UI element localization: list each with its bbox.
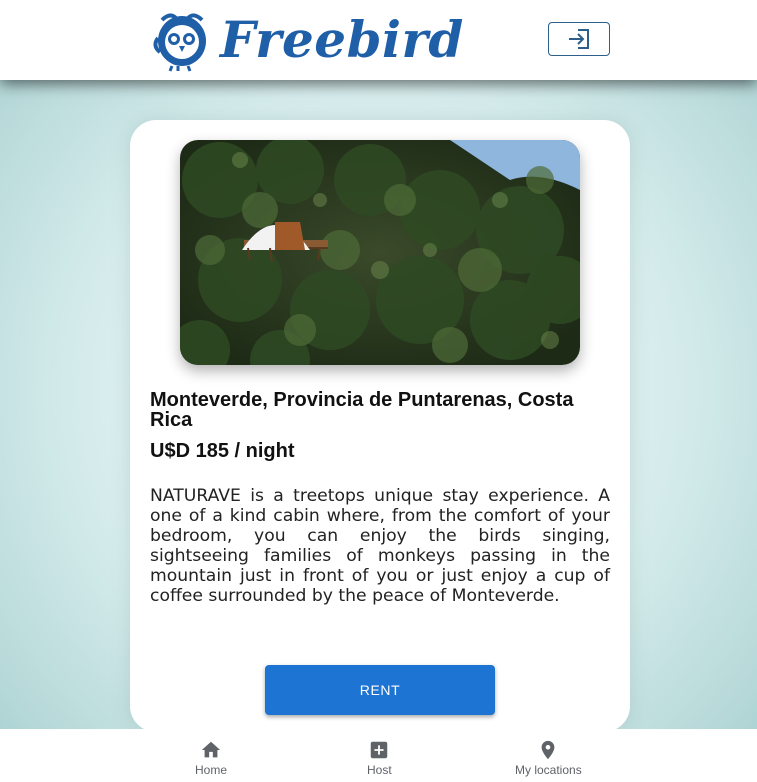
listing-card: Monteverde, Provincia de Puntarenas, Cos…: [130, 120, 630, 732]
nav-item-home[interactable]: Home: [195, 739, 227, 777]
brand-name: Freebird: [220, 10, 464, 69]
bottom-navigation: Home Host My locations: [0, 729, 757, 782]
login-button[interactable]: [548, 22, 610, 56]
rent-button[interactable]: RENT: [265, 665, 495, 715]
nav-label-host: Host: [367, 763, 392, 777]
listing-location: Monteverde, Provincia de Puntarenas, Cos…: [150, 389, 574, 431]
treetop-dome-photo: [180, 140, 580, 365]
listing-photo: [180, 140, 580, 365]
brand-logo[interactable]: Freebird: [152, 8, 464, 72]
location-pin-icon: [541, 740, 555, 760]
bird-mascot-icon: [153, 13, 206, 72]
home-icon: [201, 741, 221, 758]
app-header: Freebird: [0, 0, 757, 80]
login-icon: [569, 29, 589, 49]
listing-price: U$D 185 / night: [150, 440, 295, 462]
add-box-icon: [371, 741, 388, 759]
nav-label-home: Home: [195, 763, 228, 777]
nav-label-my-locations: My locations: [515, 763, 582, 777]
nav-item-my-locations[interactable]: My locations: [515, 739, 582, 777]
listing-description: NATURAVE is a treetops unique stay exper…: [150, 486, 610, 606]
nav-item-host[interactable]: Host: [367, 739, 392, 777]
